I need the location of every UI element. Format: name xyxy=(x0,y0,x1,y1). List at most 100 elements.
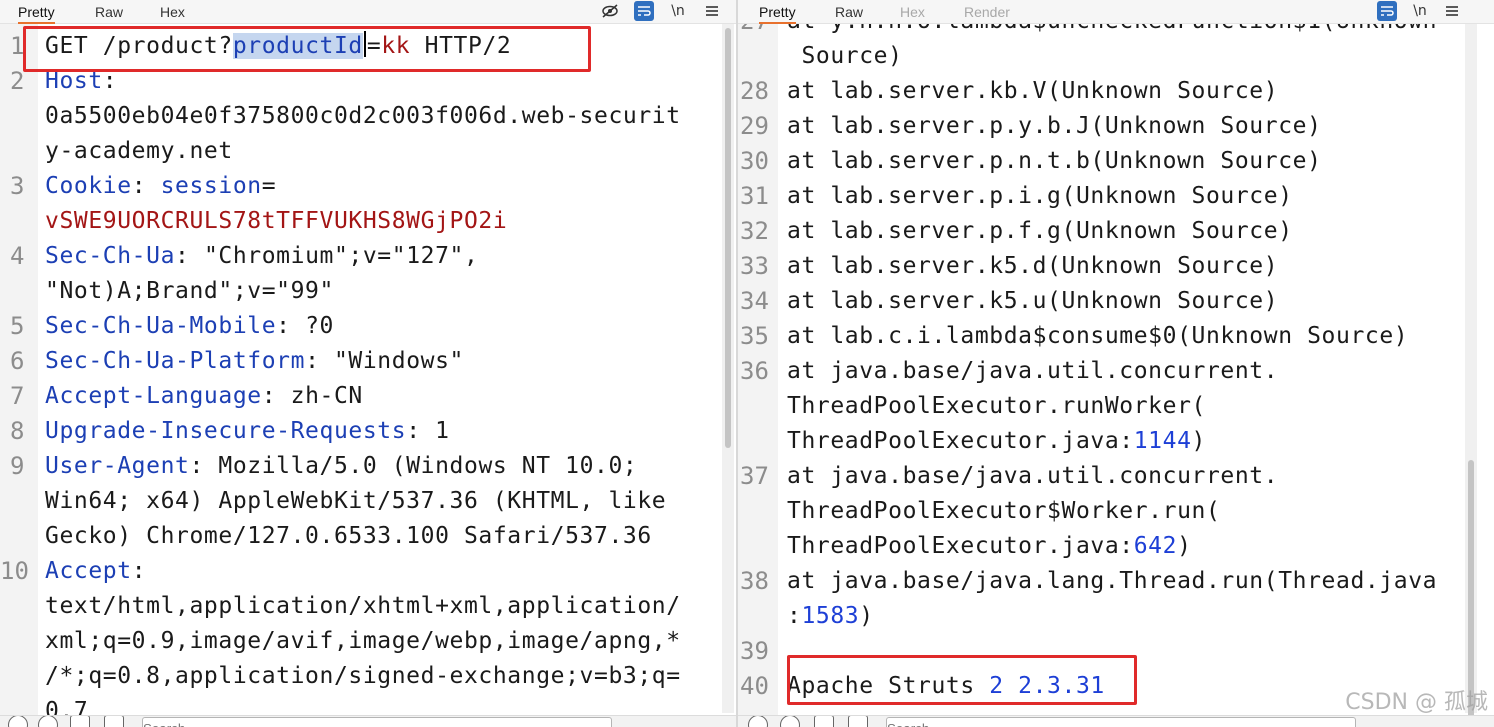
wrap-icon[interactable] xyxy=(1377,1,1397,21)
header-value: Mozilla/5.0 (Windows NT 10.0; xyxy=(218,453,638,479)
paren: ) xyxy=(1191,428,1206,454)
tab-hex[interactable]: Hex xyxy=(160,0,185,24)
tab-render-overlay[interactable]: Render xyxy=(964,0,1010,24)
line-number: 32 xyxy=(740,217,769,245)
source-line-number: 1144 xyxy=(1133,428,1192,454)
header-value: "Windows" xyxy=(333,348,464,374)
arrow-right-icon[interactable] xyxy=(848,716,868,727)
hamburger-menu-icon[interactable] xyxy=(702,1,722,21)
stack-trace-line: ThreadPoolExecutor$Worker.run( xyxy=(787,498,1221,524)
vertical-scrollbar[interactable] xyxy=(722,24,734,713)
stack-trace-line: :1583) xyxy=(787,599,874,634)
line-number: 10 xyxy=(0,557,29,585)
request-tab-bar: Pretty Raw Hex \n xyxy=(0,0,736,24)
line-number: 37 xyxy=(740,462,769,490)
line-number: 29 xyxy=(740,112,769,140)
header-sep: : xyxy=(406,418,421,444)
gear-icon[interactable] xyxy=(38,716,58,727)
line-number: 8 xyxy=(10,417,25,445)
line-number: 33 xyxy=(740,252,769,280)
response-pane: Pretty Raw Hex Render \n 27 at y.h.n.o.l… xyxy=(738,0,1494,727)
header-line[interactable]: Sec-Ch-Ua-Mobile: ?0 xyxy=(45,309,334,344)
line-number: 30 xyxy=(740,147,769,175)
paren: ) xyxy=(859,603,874,629)
header-line[interactable]: Upgrade-Insecure-Requests: 1 xyxy=(45,414,450,449)
header-value: Gecko) Chrome/127.0.6533.100 Safari/537.… xyxy=(45,523,652,549)
header-value: zh-CN xyxy=(290,383,363,409)
stack-trace-line: ThreadPoolExecutor.java:1144) xyxy=(787,424,1206,459)
highlight-box xyxy=(23,26,591,72)
stack-trace-line: at lab.server.k5.u(Unknown Source) xyxy=(787,288,1279,314)
colon: : xyxy=(787,603,802,629)
header-line[interactable]: Sec-Ch-Ua-Platform: "Windows" xyxy=(45,344,464,379)
arrow-left-icon[interactable] xyxy=(70,716,90,727)
tab-pretty[interactable]: Pretty xyxy=(18,0,55,24)
header-name: Accept xyxy=(45,558,132,584)
line-number: 5 xyxy=(10,312,25,340)
search-input[interactable] xyxy=(142,717,612,727)
scrollbar-thumb[interactable] xyxy=(1468,460,1474,720)
line-number: 7 xyxy=(10,382,25,410)
stack-trace-line: at lab.server.p.n.t.b(Unknown Source) xyxy=(787,148,1322,174)
line-number: 38 xyxy=(740,567,769,595)
stack-trace-line: at lab.server.k5.d(Unknown Source) xyxy=(787,253,1279,279)
line-number: 35 xyxy=(740,322,769,350)
tab-raw[interactable]: Raw xyxy=(95,0,123,24)
eye-slash-icon[interactable] xyxy=(600,1,620,21)
header-sep: : xyxy=(261,383,277,409)
header-line[interactable]: User-Agent: Mozilla/5.0 (Windows NT 10.0… xyxy=(45,449,637,484)
paren: ) xyxy=(1177,533,1192,559)
line-number: 34 xyxy=(740,287,769,315)
header-name: Cookie xyxy=(45,173,132,199)
vertical-scrollbar[interactable] xyxy=(1465,24,1477,720)
help-icon[interactable] xyxy=(748,716,768,727)
tab-hex-overlay[interactable]: Hex xyxy=(900,0,925,24)
header-value: 1 xyxy=(435,418,450,444)
line-number: 31 xyxy=(740,182,769,210)
line-number: 4 xyxy=(10,242,25,270)
highlight-box xyxy=(787,655,1137,705)
line-number: 28 xyxy=(740,77,769,105)
wrap-icon[interactable] xyxy=(634,1,654,21)
help-icon[interactable] xyxy=(8,716,28,727)
hamburger-menu-icon[interactable] xyxy=(1442,1,1462,21)
header-name: Sec-Ch-Ua-Platform xyxy=(45,348,306,374)
header-line[interactable]: Cookie: session= xyxy=(45,169,276,204)
header-line[interactable]: Sec-Ch-Ua: "Chromium";v="127", xyxy=(45,239,478,274)
gear-icon[interactable] xyxy=(780,716,800,727)
header-name: User-Agent xyxy=(45,453,190,479)
arrow-right-icon[interactable] xyxy=(104,716,124,727)
tab-pretty-overlay[interactable]: Pretty xyxy=(759,0,796,24)
request-bottom-bar xyxy=(0,715,736,727)
header-value: /*;q=0.8,application/signed-exchange;v=b… xyxy=(45,663,681,689)
source-line-number: 642 xyxy=(1133,533,1178,559)
search-input[interactable] xyxy=(886,717,1356,727)
arrow-left-icon[interactable] xyxy=(814,716,834,727)
stack-trace-line: at lab.server.p.y.b.J(Unknown Source) xyxy=(787,113,1322,139)
header-name: Sec-Ch-Ua-Mobile xyxy=(45,313,277,339)
line-number: 36 xyxy=(740,357,769,385)
header-value: ?0 xyxy=(305,313,334,339)
header-sep: : xyxy=(175,243,190,269)
newline-toggle[interactable]: \n xyxy=(1410,1,1430,21)
watermark: CSDN @ 孤城 xyxy=(1345,690,1488,715)
scrollbar-thumb[interactable] xyxy=(725,28,731,448)
newline-toggle[interactable]: \n xyxy=(668,1,688,21)
stack-trace-line: at java.base/java.lang.Thread.run(Thread… xyxy=(787,568,1438,594)
header-sep: : xyxy=(305,348,320,374)
tab-raw-overlay[interactable]: Raw xyxy=(835,0,863,24)
header-value: "Not)A;Brand";v="99" xyxy=(45,278,334,304)
stack-trace-line: ThreadPoolExecutor.java:642) xyxy=(787,529,1192,564)
stack-trace-line: at lab.server.p.i.g(Unknown Source) xyxy=(787,183,1293,209)
header-name: Upgrade-Insecure-Requests xyxy=(45,418,407,444)
source-file: ThreadPoolExecutor.java: xyxy=(787,428,1134,454)
stack-trace-line: Source) xyxy=(787,43,903,69)
line-number: 3 xyxy=(10,172,25,200)
line-number: 6 xyxy=(10,347,25,375)
cookie-value: vSWE9UORCRULS78tTFFVUKHS8WGjPO2i xyxy=(45,208,508,234)
stack-trace-line: at lab.server.p.f.g(Unknown Source) xyxy=(787,218,1293,244)
header-line[interactable]: Accept: xyxy=(45,554,146,589)
header-line[interactable]: Accept-Language: zh-CN xyxy=(45,379,363,414)
cookie-name: session xyxy=(160,173,262,199)
line-number: 40 xyxy=(740,672,769,700)
